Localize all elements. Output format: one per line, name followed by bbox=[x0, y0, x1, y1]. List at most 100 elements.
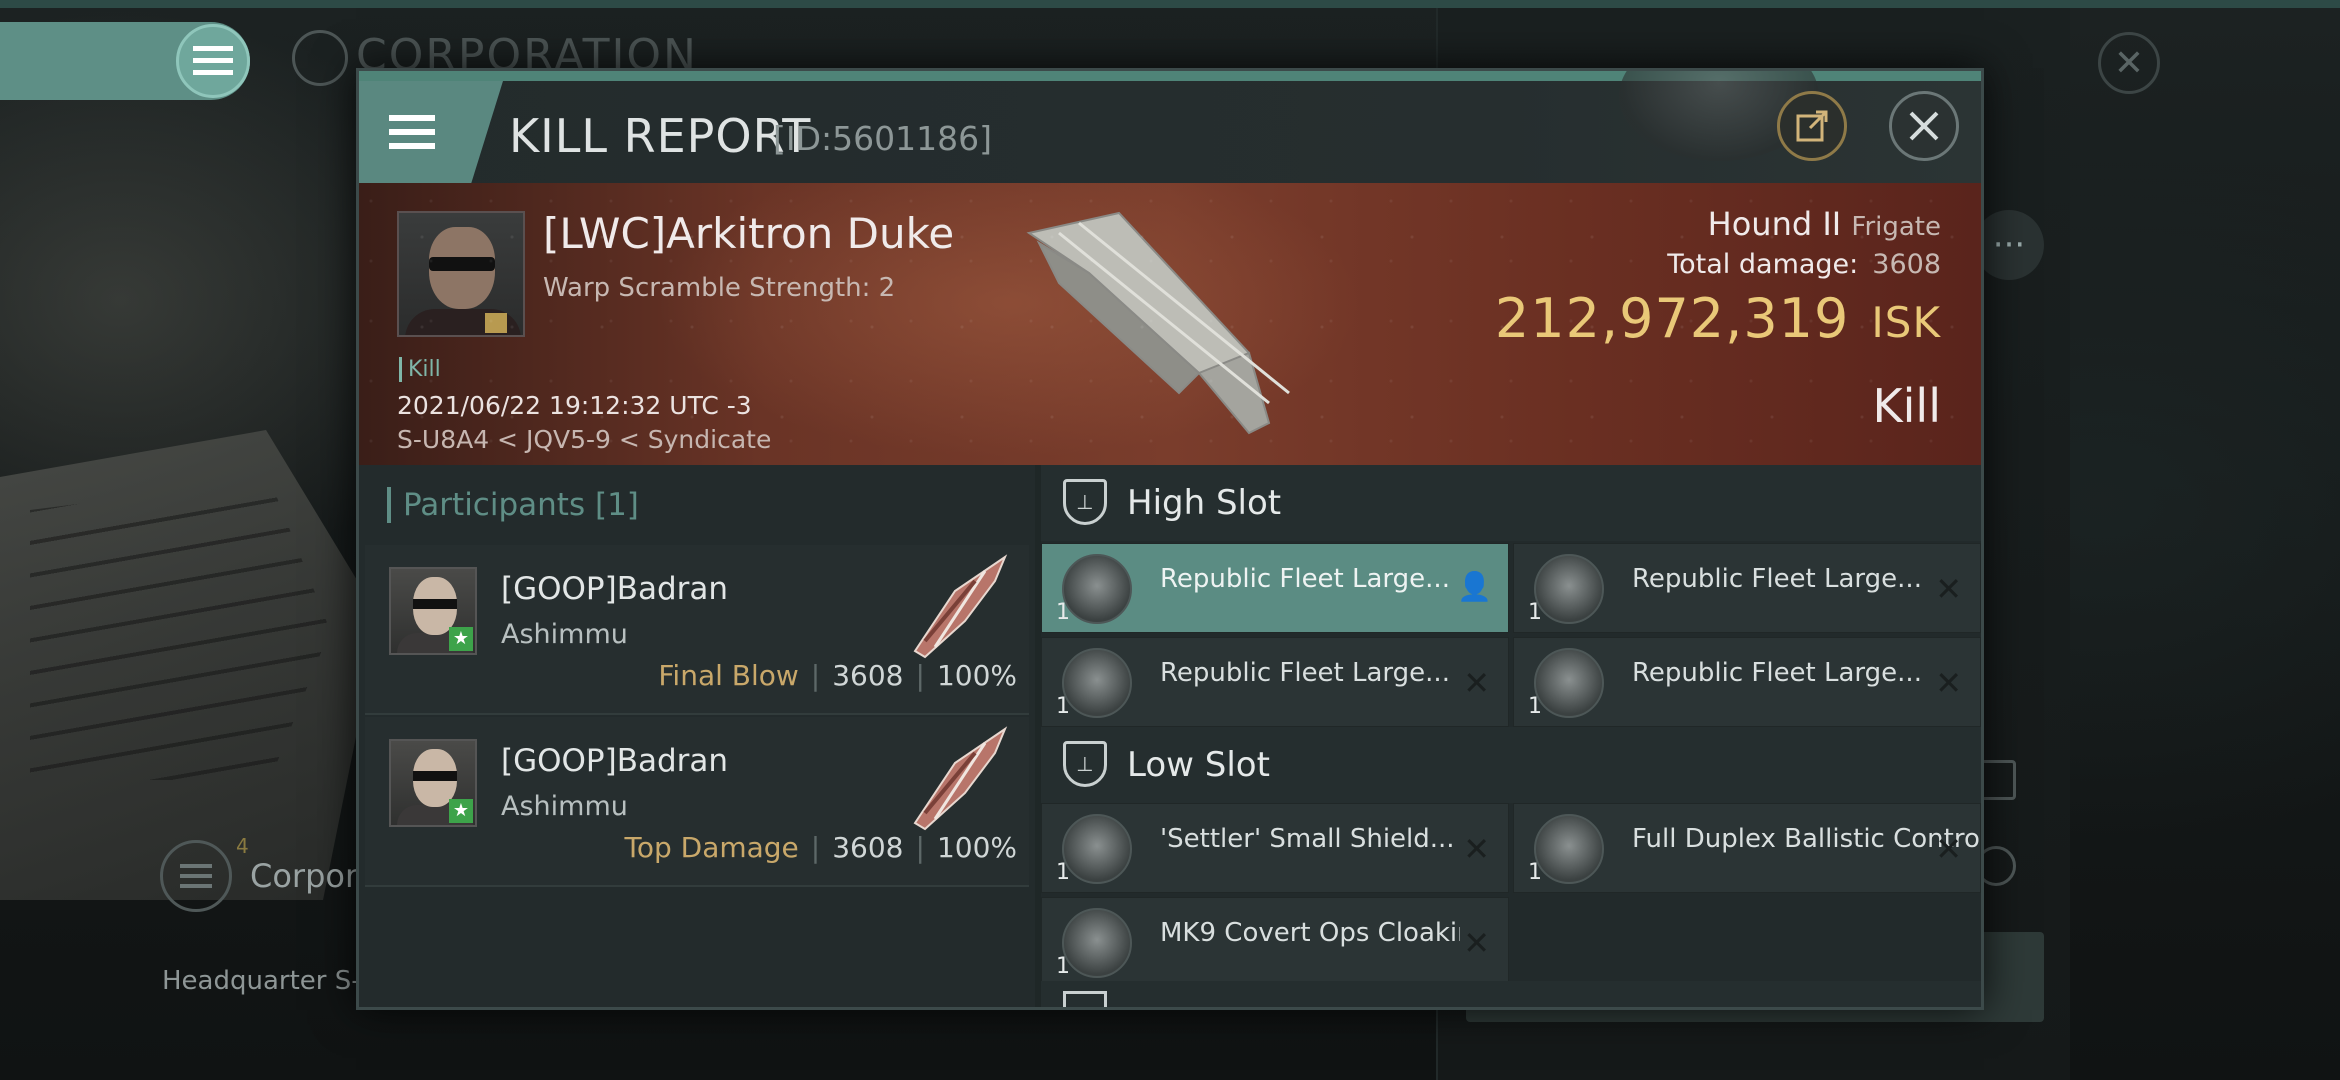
corporation-star-icon bbox=[292, 30, 348, 86]
total-damage: Total damage: 3608 bbox=[1667, 249, 1941, 280]
stat-separator: | bbox=[810, 831, 821, 864]
kill-report-modal: KILL REPORT [ID:5601186] [LWC]Arkitron D… bbox=[356, 68, 1984, 1010]
hamburger-icon bbox=[389, 115, 435, 149]
participant-name: [GOOP]Badran bbox=[501, 571, 729, 607]
destroyed-x-icon: ✕ bbox=[1463, 924, 1490, 962]
turret-module-icon bbox=[1534, 554, 1604, 624]
fitting-slots-panel: ⊥ High Slot 1 Republic Fleet Large... 👤 … bbox=[1041, 465, 1981, 1007]
mid-slot-icon bbox=[1063, 991, 1107, 1007]
ship-class: Frigate bbox=[1851, 212, 1941, 242]
module-quantity: 1 bbox=[1056, 694, 1070, 719]
high-slot-item[interactable]: 1 Republic Fleet Large... ✕ bbox=[1041, 637, 1509, 727]
shield-module-icon bbox=[1062, 814, 1132, 884]
isk-value: 212,972,319 ISK bbox=[1495, 287, 1941, 350]
kill-date: 2021/06/22 19:12:32 UTC -3 bbox=[397, 391, 752, 420]
participant-ship-art bbox=[913, 554, 1008, 659]
high-slot-icon: ⊥ bbox=[1063, 479, 1107, 525]
participant-avatar: ★ bbox=[389, 567, 477, 655]
corporation-row[interactable]: 4 Corpora bbox=[160, 834, 378, 912]
module-name: Republic Fleet Large... bbox=[1632, 658, 1922, 688]
total-damage-value: 3608 bbox=[1872, 249, 1941, 280]
destroyed-x-icon: ✕ bbox=[1463, 664, 1490, 702]
participant-damage: 3608 bbox=[832, 831, 904, 864]
stat-separator: | bbox=[915, 831, 925, 864]
module-quantity: 1 bbox=[1528, 600, 1542, 625]
modal-body: Participants [1] ★ [GOOP]Badran Ashimmu … bbox=[359, 465, 1981, 1007]
low-slot-icon: ⊥ bbox=[1063, 741, 1107, 787]
destroyed-x-icon: ✕ bbox=[1463, 830, 1490, 868]
victim-name[interactable]: [LWC]Arkitron Duke bbox=[543, 209, 954, 258]
background-station-detail bbox=[30, 480, 330, 780]
close-icon bbox=[1909, 111, 1939, 141]
headquarter-text: Headquarter S-U bbox=[162, 966, 380, 996]
participant-row[interactable]: ★ [GOOP]Badran Ashimmu Final Blow | 3608… bbox=[365, 545, 1029, 715]
module-quantity: 1 bbox=[1056, 954, 1070, 979]
participant-row[interactable]: ★ [GOOP]Badran Ashimmu Top Damage | 3608… bbox=[365, 717, 1029, 887]
participant-ship: Ashimmu bbox=[501, 619, 628, 650]
close-button[interactable] bbox=[1889, 91, 1959, 161]
corporation-badge: 4 bbox=[236, 834, 249, 858]
participant-ship-art bbox=[913, 726, 1008, 831]
participants-header: Participants [1] bbox=[387, 487, 639, 523]
person-icon: 👤 bbox=[1457, 570, 1492, 603]
participant-role: Final Blow bbox=[658, 659, 799, 692]
turret-module-icon bbox=[1062, 554, 1132, 624]
star-icon: ★ bbox=[449, 799, 473, 823]
isk-amount: 212,972,319 bbox=[1494, 287, 1850, 350]
high-slot-label: High Slot bbox=[1127, 483, 1282, 523]
stat-separator: | bbox=[810, 659, 821, 692]
module-quantity: 1 bbox=[1056, 600, 1070, 625]
ship-name: Hound II bbox=[1707, 205, 1842, 243]
isk-unit: ISK bbox=[1871, 298, 1941, 347]
participant-name: [GOOP]Badran bbox=[501, 743, 729, 779]
more-options-icon[interactable]: ··· bbox=[1974, 210, 2044, 280]
modal-title: KILL REPORT bbox=[509, 109, 812, 163]
module-name: Republic Fleet Large... bbox=[1160, 658, 1450, 688]
turret-module-icon bbox=[1062, 648, 1132, 718]
total-damage-label: Total damage: bbox=[1667, 249, 1859, 280]
victim-ship-type[interactable]: Hound II Frigate bbox=[1708, 205, 1941, 243]
participant-percent: 100% bbox=[936, 831, 1017, 864]
participant-damage: 3608 bbox=[832, 659, 904, 692]
high-slot-item[interactable]: 1 Republic Fleet Large... ✕ bbox=[1513, 637, 1981, 727]
module-quantity: 1 bbox=[1528, 860, 1542, 885]
victim-ship-art[interactable] bbox=[999, 203, 1319, 443]
module-name: 'Settler' Small Shield... bbox=[1160, 824, 1455, 854]
low-slot-header: ⊥ Low Slot bbox=[1041, 727, 1981, 803]
destroyed-x-icon: ✕ bbox=[1935, 664, 1962, 702]
high-slot-item[interactable]: 1 Republic Fleet Large... 👤 bbox=[1041, 543, 1509, 633]
share-button[interactable] bbox=[1777, 91, 1847, 161]
main-menu-button[interactable] bbox=[176, 24, 250, 98]
high-slot-item[interactable]: 1 Republic Fleet Large... ✕ bbox=[1513, 543, 1981, 633]
module-quantity: 1 bbox=[1056, 860, 1070, 885]
participant-stats: Top Damage | 3608 | 100% bbox=[624, 831, 1017, 864]
hamburger-icon bbox=[193, 46, 233, 75]
low-slot-item[interactable]: 1 Full Duplex Ballistic Control ... ✕ bbox=[1513, 803, 1981, 893]
module-name: Republic Fleet Large... bbox=[1160, 564, 1450, 594]
side-panel-close-icon[interactable]: ✕ bbox=[2098, 32, 2160, 94]
low-slot-label: Low Slot bbox=[1127, 745, 1270, 785]
victim-subtitle: Warp Scramble Strength: 2 bbox=[543, 273, 896, 303]
kill-tag: Kill bbox=[399, 357, 441, 382]
next-slot-header-peek bbox=[1041, 981, 1981, 1007]
module-quantity: 1 bbox=[1528, 694, 1542, 719]
high-slot-header: ⊥ High Slot bbox=[1041, 465, 1981, 541]
participant-percent: 100% bbox=[936, 659, 1017, 692]
cloaking-device-icon bbox=[1062, 908, 1132, 978]
result-label: Kill bbox=[1872, 379, 1941, 433]
victim-banner: [LWC]Arkitron Duke Warp Scramble Strengt… bbox=[359, 183, 1981, 465]
star-icon: ★ bbox=[449, 627, 473, 651]
participant-avatar: ★ bbox=[389, 739, 477, 827]
destroyed-x-icon: ✕ bbox=[1935, 830, 1962, 868]
external-link-icon bbox=[1796, 110, 1828, 142]
module-name: Full Duplex Ballistic Control ... bbox=[1632, 824, 1981, 854]
turret-module-icon bbox=[1534, 648, 1604, 718]
destroyed-x-icon: ✕ bbox=[1935, 570, 1962, 608]
low-slot-item[interactable]: 1 'Settler' Small Shield... ✕ bbox=[1041, 803, 1509, 893]
participants-panel: Participants [1] ★ [GOOP]Badran Ashimmu … bbox=[359, 465, 1035, 1007]
participant-stats: Final Blow | 3608 | 100% bbox=[658, 659, 1017, 692]
low-slot-item[interactable]: 1 MK9 Covert Ops Cloaking... ✕ bbox=[1041, 897, 1509, 987]
victim-portrait[interactable] bbox=[397, 211, 525, 337]
top-status-line bbox=[0, 0, 2340, 8]
kill-location[interactable]: S-U8A4 < JQV5-9 < Syndicate bbox=[397, 425, 771, 454]
